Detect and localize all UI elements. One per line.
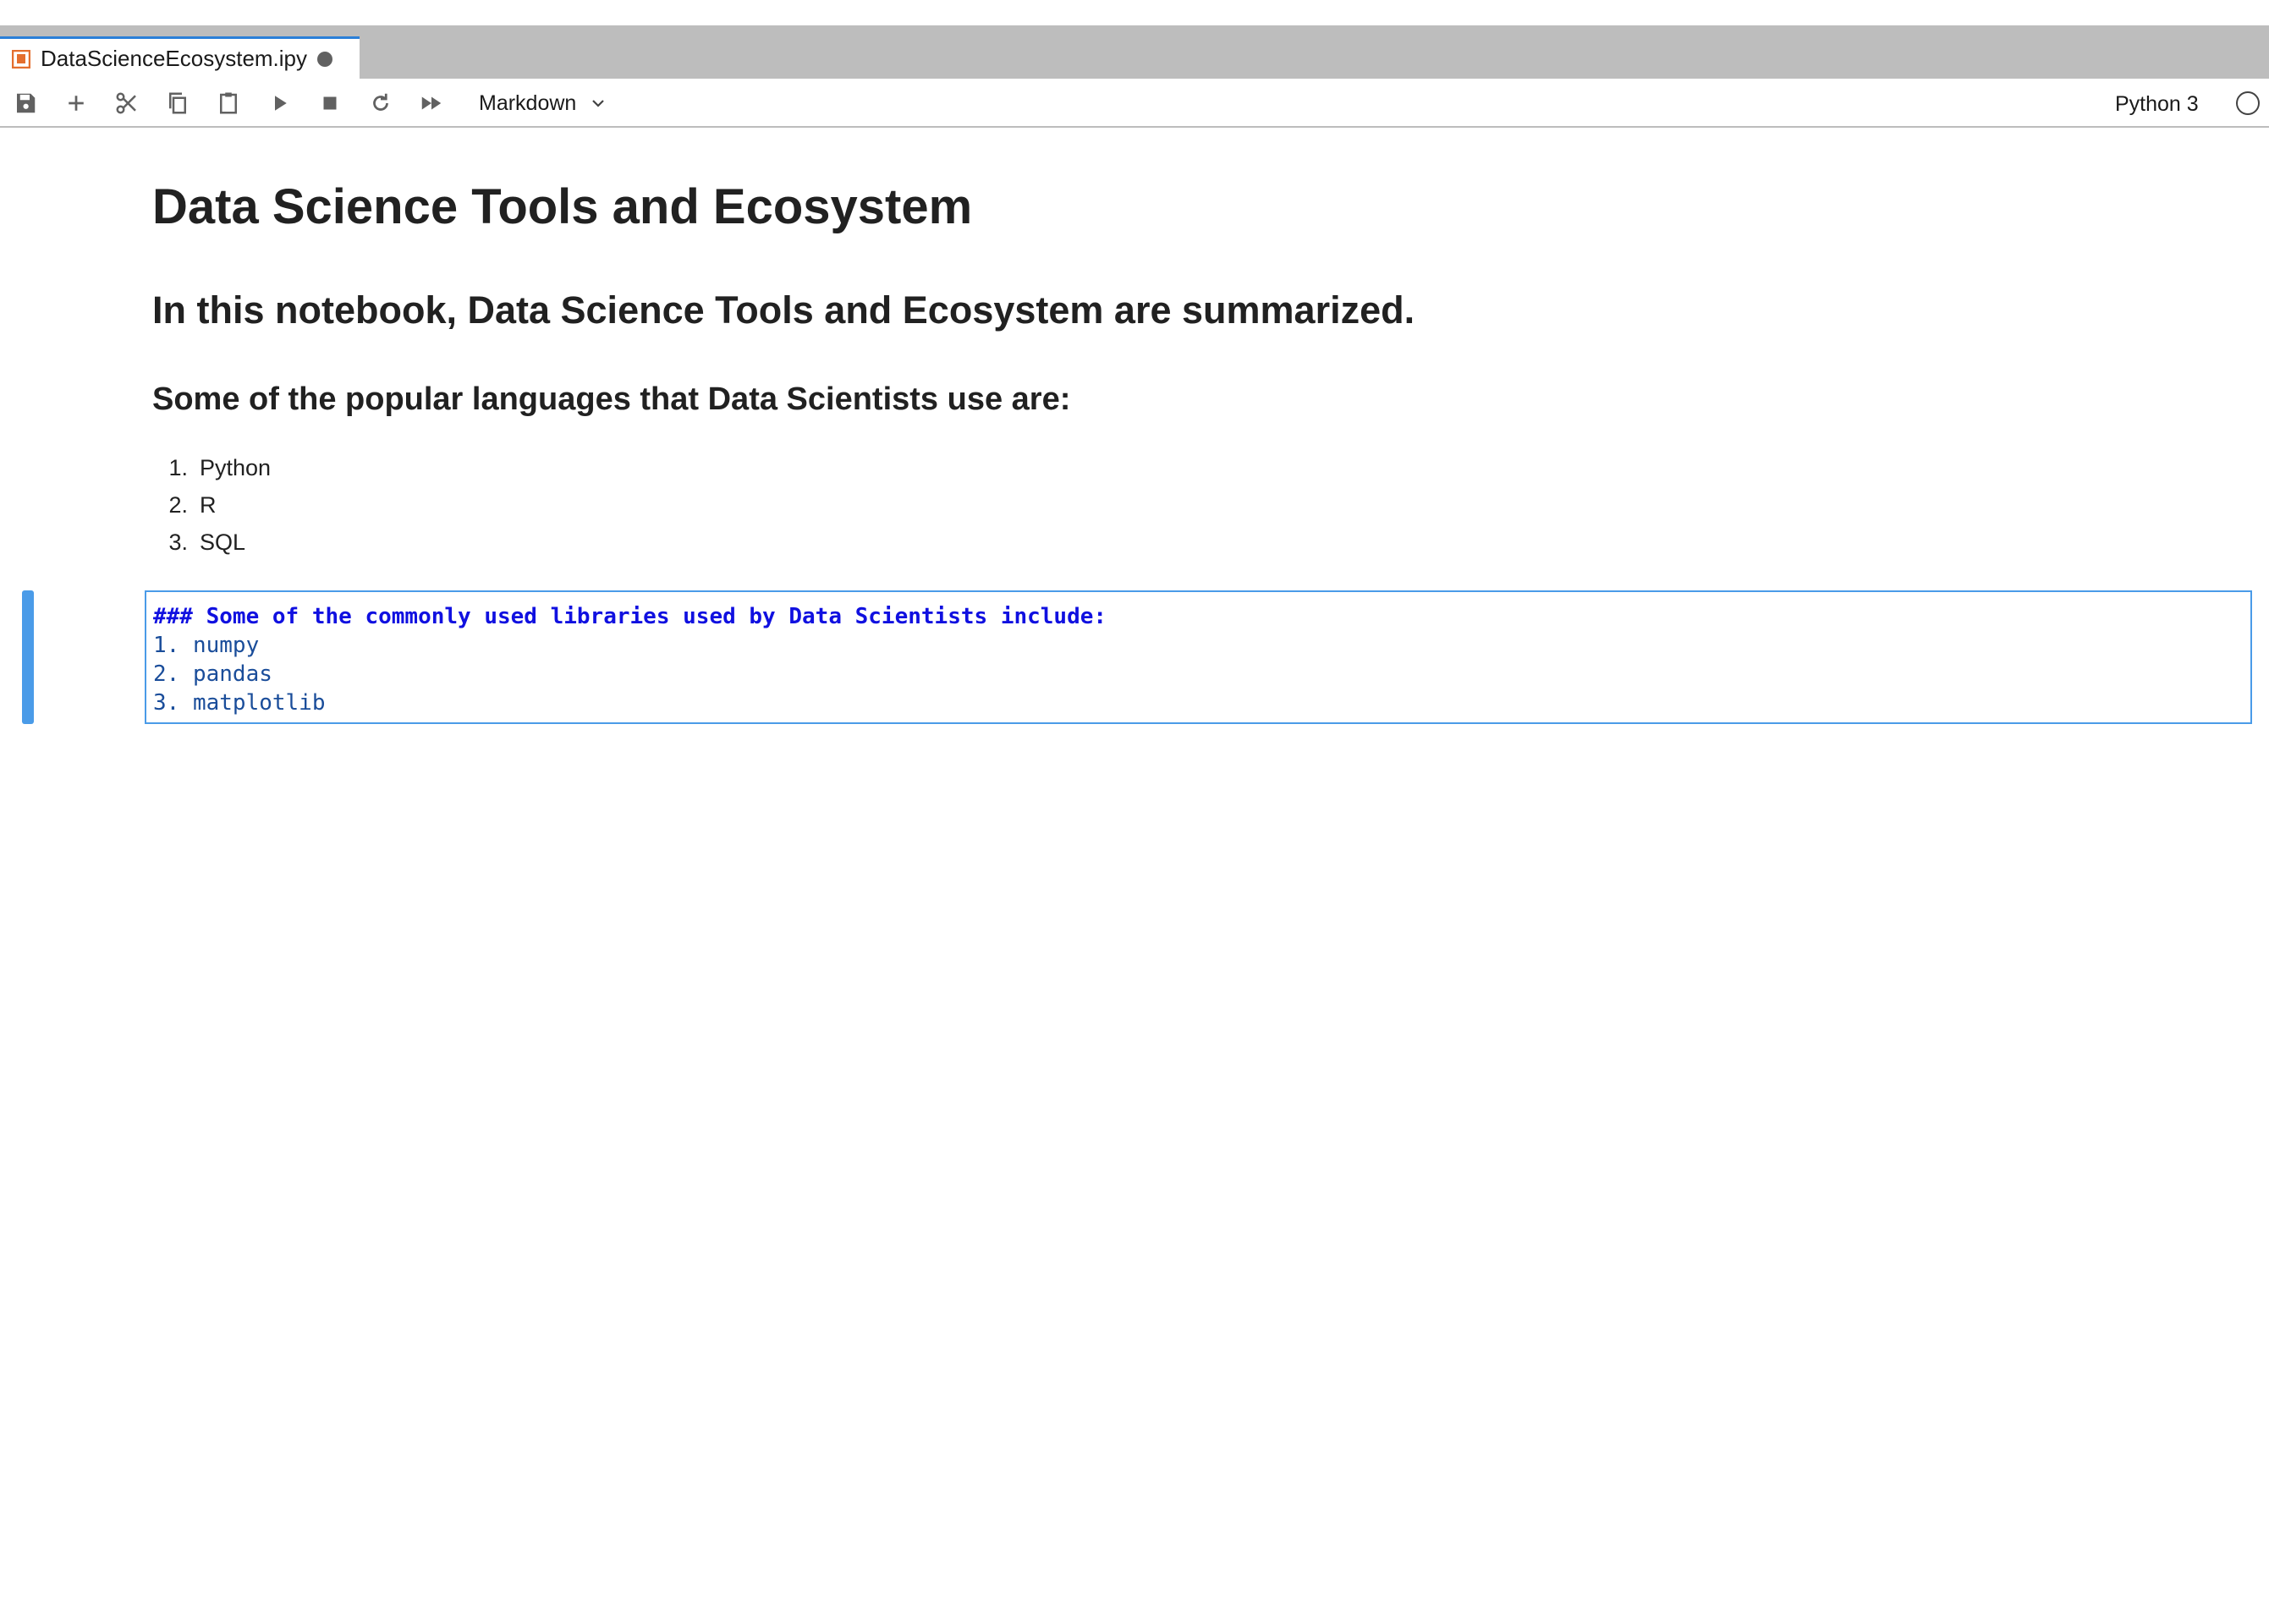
languages-heading: Some of the popular languages that Data … — [152, 381, 1071, 417]
notebook-title: Data Science Tools and Ecosystem — [152, 179, 973, 234]
code-line: ### Some of the commonly used libraries … — [153, 604, 1107, 629]
restart-icon[interactable] — [367, 90, 394, 117]
cell-type-dropdown[interactable]: Markdown — [479, 85, 607, 121]
tab-title: DataScienceEcosystem.ipy — [41, 46, 308, 71]
save-icon[interactable] — [12, 90, 39, 117]
notebook-toolbar: Markdown Python 3 — [0, 79, 2269, 128]
notebook-icon — [11, 49, 31, 69]
languages-list: 1. Python 2. R 3. SQL — [152, 449, 271, 561]
list-item: 1. Python — [168, 455, 272, 480]
copy-icon[interactable] — [164, 90, 191, 117]
run-icon[interactable] — [266, 90, 293, 117]
code-line: 1. numpy — [153, 633, 260, 658]
fast-forward-icon[interactable] — [418, 90, 445, 117]
list-item: 2. R — [168, 492, 217, 518]
intro-heading: In this notebook, Data Science Tools and… — [152, 288, 1415, 332]
chevron-down-icon — [592, 100, 605, 107]
stop-icon[interactable] — [316, 90, 343, 117]
add-cell-icon[interactable] — [63, 90, 90, 117]
list-item: 3. SQL — [168, 529, 246, 555]
window-top-strip — [0, 0, 2269, 25]
notebook-tab[interactable]: DataScienceEcosystem.ipy — [0, 36, 360, 79]
kernel-name[interactable]: Python 3 — [2115, 92, 2199, 117]
code-line: 3. matplotlib — [153, 690, 326, 716]
paste-icon[interactable] — [215, 90, 242, 117]
code-line: 2. pandas — [153, 661, 272, 687]
cut-icon[interactable] — [113, 90, 140, 117]
markdown-cell-editor[interactable]: ### Some of the commonly used libraries … — [145, 590, 2252, 724]
unsaved-indicator-icon[interactable] — [317, 51, 333, 67]
kernel-status-icon — [2236, 91, 2260, 115]
tab-bar: DataScienceEcosystem.ipy — [0, 25, 2269, 79]
cell-type-label: Markdown — [479, 91, 577, 115]
active-cell-indicator[interactable] — [22, 590, 34, 724]
